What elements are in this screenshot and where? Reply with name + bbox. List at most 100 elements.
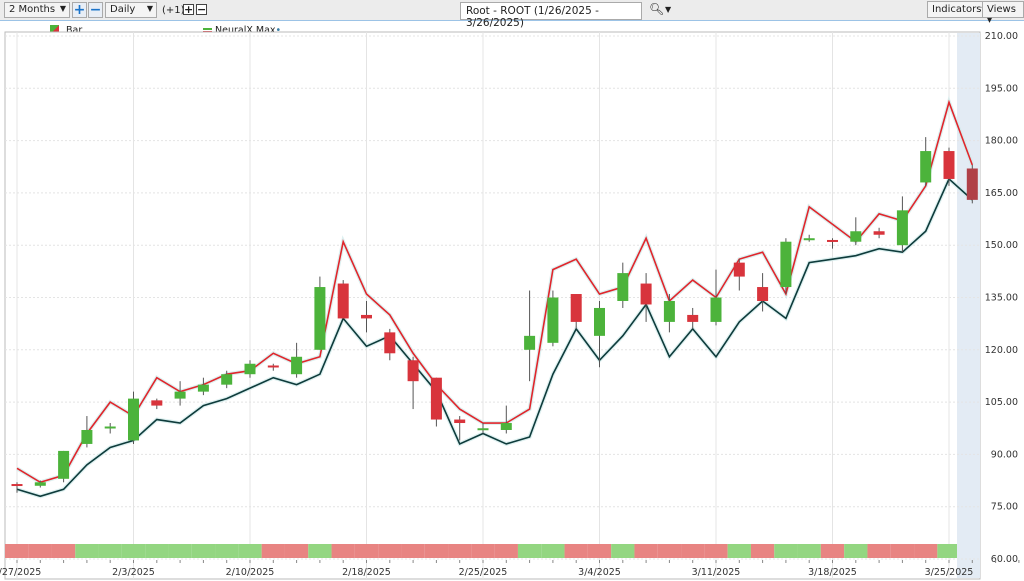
signal-bar-segment [914,544,938,558]
indicators-label: Indicators [932,4,982,15]
signal-bar-segment [424,544,449,558]
interval-select[interactable]: Daily ▼ [105,2,157,18]
y-tick-label: 195.00 [985,83,1018,94]
candle-body [920,151,932,183]
signal-bar-segment [517,544,542,558]
views-label: Views [987,4,1016,15]
candle-body [873,231,885,235]
candle-body [524,335,536,350]
plot-area [4,31,981,580]
x-tick-label: 3/11/2025 [692,567,741,578]
candle-body [197,384,209,392]
y-tick-label: 75.00 [991,502,1018,513]
candle-body [850,231,862,242]
x-tick-label: 3/18/2025 [808,567,857,578]
x-tick-label: 1/27/2025 [0,567,41,578]
y-tick-label: 210.00 [985,31,1018,42]
signal-bar-segment [611,544,635,558]
signal-bar-segment [797,544,821,558]
candle-body [896,210,908,246]
candle-body [827,239,838,242]
offset-label: (+1) [162,5,185,16]
signal-bar-segment [494,544,518,558]
candle-body [104,426,116,429]
candle-body [710,297,722,322]
y-tick-label: 165.00 [985,188,1018,199]
signal-bar-segment [750,544,775,558]
candle-body [430,377,442,420]
candle-body [407,360,419,382]
candle-body [58,450,70,479]
price-chart[interactable]: 210.00 195.00 180.00 165.00 150.00 135.00 120.… [0,22,1024,581]
signal-bar-segment [75,544,99,558]
offset-decrease-button[interactable]: − [196,4,207,15]
candle-body [780,241,792,288]
signal-bar-segment [51,544,76,558]
symbol-input[interactable]: Root - ROOT (1/26/2025 - 3/26/2025) [460,2,642,29]
candle-body [733,262,745,277]
x-tick-label: 2/3/2025 [112,567,155,578]
candle-body [337,283,349,319]
x-tick-label: 2/18/2025 [342,567,391,578]
signal-bar-segment [28,544,52,558]
candle-body [34,482,46,486]
candle-body [81,429,93,444]
chevron-down-icon: ▼ [59,4,66,13]
y-tick-label: 180.00 [985,136,1018,147]
range-value: 2 Months [9,4,56,15]
candle-body [384,332,396,354]
candle-body [128,398,139,441]
signal-bar-segment [657,544,682,558]
signal-bar-segment [727,544,751,558]
signal-bar-segment [890,544,915,558]
x-tick-label: 2/25/2025 [459,567,508,578]
signal-bar-segment [471,544,495,558]
signal-bar-segment [98,544,122,558]
signal-bar-segment [937,544,957,558]
candle-body [174,391,186,399]
signal-bar-segment [354,544,379,558]
candle-body [454,419,466,424]
x-tick-label: 2/10/2025 [226,567,275,578]
range-select[interactable]: 2 Months ▼ [4,2,70,18]
offset-increase-button[interactable]: + [183,4,194,15]
y-tick-label: 120.00 [985,345,1018,356]
candle-body [687,314,699,322]
y-tick-label: 135.00 [985,293,1018,304]
x-tick-label: 3/25/2025 [925,567,974,578]
y-tick-label: 90.00 [991,449,1018,460]
signal-bar-segment [308,544,332,558]
views-button[interactable]: Views ▾ [982,1,1024,26]
current-bar-highlight [957,33,980,578]
signal-bar-segment [168,544,192,558]
signal-bar-segment [634,544,658,558]
candle-body [244,363,256,375]
search-dropdown-icon[interactable]: ▼ [665,5,671,14]
y-tick-label: 150.00 [985,240,1018,251]
candle-body [570,294,582,322]
candle-body [594,307,605,336]
candle-body [500,423,512,430]
candle-body [966,168,978,200]
search-icon[interactable]: 🔍︎ [649,2,664,16]
signal-bar-segment [774,544,798,558]
signal-bar-segment [448,544,472,558]
candle-body [314,287,326,350]
zoom-out-button[interactable]: − [88,2,103,18]
signal-bar-segment [820,544,845,558]
candle-body [617,273,629,301]
candle-body [803,238,815,241]
signal-bar-segment [261,544,285,558]
candle-body [151,400,163,406]
signal-bar-segment [145,544,169,558]
signal-bar-segment [564,544,588,558]
candle-body [11,484,23,487]
signal-bar-segment [238,544,262,558]
chevron-down-icon: ▼ [146,4,153,13]
signal-bar-segment [704,544,728,558]
signal-bar-segment [681,544,705,558]
signal-bar-segment [191,544,216,558]
candle-body [361,314,372,319]
candle-body [221,374,233,385]
zoom-in-button[interactable]: + [72,2,87,18]
